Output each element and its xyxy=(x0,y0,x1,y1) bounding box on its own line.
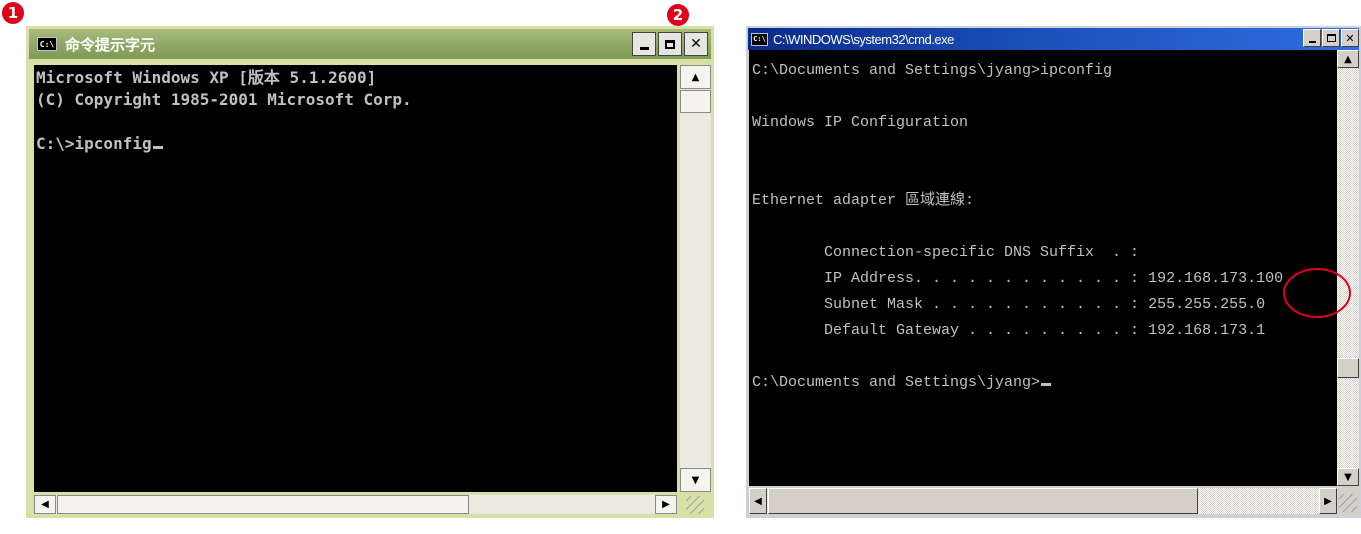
window-title: C:\WINDOWS\system32\cmd.exe xyxy=(773,31,954,47)
scroll-left-button[interactable]: ◀ xyxy=(34,495,56,514)
step-marker-2: 2 xyxy=(667,4,689,26)
arrow-up-icon: ▲ xyxy=(1344,53,1352,65)
scroll-thumb[interactable] xyxy=(57,495,469,514)
resize-grip-icon[interactable] xyxy=(1339,494,1357,512)
vertical-scrollbar[interactable]: ▲ ▼ xyxy=(1337,50,1359,486)
arrow-right-icon: ▶ xyxy=(662,499,670,510)
minimize-button[interactable] xyxy=(1303,29,1321,47)
minimize-button[interactable] xyxy=(632,32,656,56)
subnet-mask-line: Subnet Mask . . . . . . . . . . . : 255.… xyxy=(752,296,1266,313)
maximize-icon xyxy=(665,39,675,49)
arrow-down-icon: ▼ xyxy=(691,474,700,486)
console-line: Ethernet adapter 區域連線: xyxy=(752,192,975,209)
console-line: (C) Copyright 1985-2001 Microsoft Corp. xyxy=(36,90,412,109)
minimize-icon xyxy=(1308,40,1316,43)
scroll-thumb[interactable] xyxy=(768,488,1198,514)
text-cursor xyxy=(1041,383,1052,386)
arrow-up-icon: ▲ xyxy=(691,71,700,83)
scroll-up-button[interactable]: ▲ xyxy=(1337,50,1359,68)
window-controls: ✕ xyxy=(630,32,708,56)
title-bar[interactable]: C:\ 命令提示字元 ✕ xyxy=(29,29,711,59)
console-line: C:\>ipconfig xyxy=(36,133,677,155)
arrow-right-icon: ▶ xyxy=(1324,495,1332,507)
window-controls: ✕ xyxy=(1302,29,1359,47)
arrow-down-icon: ▼ xyxy=(1344,471,1352,483)
vertical-scrollbar[interactable]: ▲ ▼ xyxy=(680,65,711,492)
text-cursor xyxy=(152,146,163,149)
resize-grip-icon[interactable] xyxy=(686,496,704,514)
close-button[interactable]: ✕ xyxy=(684,32,708,56)
minimize-icon xyxy=(639,46,649,50)
scroll-up-button[interactable]: ▲ xyxy=(680,65,711,89)
window-title: 命令提示字元 xyxy=(65,35,156,54)
cmd-window-xp: C:\ 命令提示字元 ✕ Microsoft Windows XP [版本 5.… xyxy=(26,26,714,518)
scroll-left-button[interactable]: ◀ xyxy=(749,488,767,514)
scroll-thumb[interactable] xyxy=(1337,358,1359,378)
console-output[interactable]: C:\Documents and Settings\jyang>ipconfig… xyxy=(749,50,1337,486)
title-bar[interactable]: C:\ C:\WINDOWS\system32\cmd.exe ✕ xyxy=(748,28,1359,50)
cmd-window-classic: C:\ C:\WINDOWS\system32\cmd.exe ✕ C:\Doc… xyxy=(746,26,1361,518)
close-icon: ✕ xyxy=(1345,31,1355,45)
console-line: C:\Documents and Settings\jyang> xyxy=(752,370,1337,396)
maximize-button[interactable] xyxy=(1322,29,1340,47)
ip-address-highlight xyxy=(1283,268,1351,318)
ip-address-line: IP Address. . . . . . . . . . . . : 192.… xyxy=(752,270,1284,287)
maximize-icon xyxy=(1326,34,1336,42)
console-line: Connection-specific DNS Suffix . : xyxy=(752,244,1140,261)
command-text: C:\>ipconfig xyxy=(36,134,152,153)
console-line: C:\Documents and Settings\jyang>ipconfig xyxy=(752,62,1113,79)
default-gateway-line: Default Gateway . . . . . . . . . : 192.… xyxy=(752,322,1266,339)
console-icon: C:\ xyxy=(751,32,768,46)
arrow-left-icon: ◀ xyxy=(754,495,762,507)
scroll-down-button[interactable]: ▼ xyxy=(680,468,711,492)
console-line: Windows IP Configuration xyxy=(752,114,969,131)
scroll-thumb[interactable] xyxy=(680,90,711,113)
scroll-right-button[interactable]: ▶ xyxy=(655,495,677,514)
close-button[interactable]: ✕ xyxy=(1341,29,1359,47)
scroll-down-button[interactable]: ▼ xyxy=(1337,468,1359,486)
console-icon: C:\ xyxy=(37,37,57,51)
close-icon: ✕ xyxy=(690,36,702,52)
horizontal-scrollbar[interactable]: ◀ ▶ xyxy=(34,495,677,514)
prompt-text: C:\Documents and Settings\jyang> xyxy=(752,374,1041,391)
maximize-button[interactable] xyxy=(658,32,682,56)
console-line: Microsoft Windows XP [版本 5.1.2600] xyxy=(36,68,377,87)
step-marker-1: 1 xyxy=(2,2,24,24)
scroll-right-button[interactable]: ▶ xyxy=(1319,488,1337,514)
horizontal-scrollbar[interactable]: ◀ ▶ xyxy=(749,488,1337,514)
arrow-left-icon: ◀ xyxy=(41,499,49,510)
console-output[interactable]: Microsoft Windows XP [版本 5.1.2600] (C) C… xyxy=(34,65,677,492)
